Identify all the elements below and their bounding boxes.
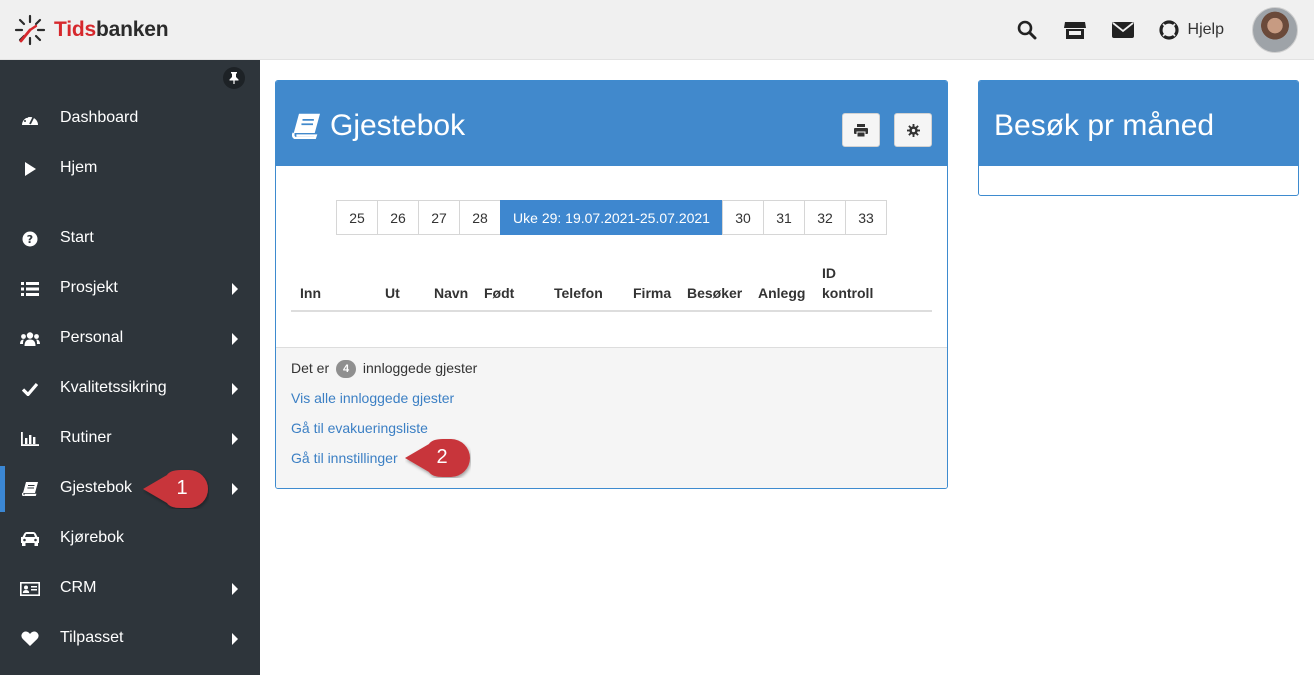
week-button[interactable]: 31 [763, 200, 805, 235]
sidebar-item-rutiner[interactable]: Rutiner [0, 416, 260, 462]
week-pagination: 25 26 27 28 Uke 29: 19.07.2021-25.07.202… [336, 200, 887, 235]
chevron-right-icon [232, 583, 238, 595]
callout-marker-1: 1 [143, 469, 209, 509]
top-bar: Tidsbanken Hjelp [0, 0, 1314, 60]
link-innstillinger[interactable]: Gå til innstillinger [291, 450, 398, 466]
lifebuoy-icon [1158, 20, 1179, 40]
panel-header: Gjestebok [276, 81, 947, 166]
besok-panel: Besøk pr måned [978, 80, 1299, 196]
week-button[interactable]: 25 [336, 200, 378, 235]
search-icon[interactable] [1015, 18, 1039, 42]
column-header-telefon[interactable]: Telefon [554, 283, 603, 303]
guest-table-header: Inn Ut Navn Født Telefon Firma Besøker A… [291, 261, 932, 312]
bar-chart-icon [20, 430, 40, 448]
pin-icon[interactable] [223, 67, 245, 89]
chevron-right-icon [232, 433, 238, 445]
column-header-id[interactable]: ID [822, 263, 836, 283]
chevron-right-icon [232, 483, 238, 495]
help-label: Hjelp [1187, 21, 1224, 38]
print-icon [854, 123, 868, 137]
sidebar-item-hjem[interactable]: Hjem [0, 146, 260, 192]
user-avatar[interactable] [1252, 7, 1298, 53]
panel-footer: Det er 4 innloggede gjester Vis alle inn… [276, 347, 947, 488]
sidebar-item-prosjekt[interactable]: Prosjekt [0, 266, 260, 312]
guest-count-badge: 4 [336, 360, 357, 378]
sidebar-item-kvalitetssikring[interactable]: Kvalitetssikring [0, 366, 260, 412]
link-evakueringsliste[interactable]: Gå til evakueringsliste [291, 420, 428, 436]
sidebar: Dashboard Hjem ? Start Prosjekt Personal… [0, 60, 260, 675]
gjestebok-panel: Gjestebok 25 26 27 28 Uke 29: 19.07.2021… [275, 80, 948, 489]
sidebar-item-personal[interactable]: Personal [0, 316, 260, 362]
column-header-besoker[interactable]: Besøker [687, 283, 742, 303]
question-circle-icon: ? [20, 230, 40, 248]
store-icon[interactable] [1063, 18, 1087, 42]
week-button[interactable]: 30 [722, 200, 764, 235]
chevron-right-icon [232, 333, 238, 345]
sidebar-item-tilpasset[interactable]: Tilpasset [0, 616, 260, 662]
week-button[interactable]: 33 [845, 200, 887, 235]
chevron-right-icon [232, 633, 238, 645]
users-icon [20, 330, 40, 348]
help-button[interactable]: Hjelp [1158, 20, 1224, 40]
column-header-ut[interactable]: Ut [385, 283, 400, 303]
dashboard-icon [20, 110, 40, 128]
heart-icon [20, 630, 40, 648]
week-button-active[interactable]: Uke 29: 19.07.2021-25.07.2021 [500, 200, 723, 235]
print-button[interactable] [842, 113, 880, 147]
logged-in-summary: Det er 4 innloggede gjester [291, 360, 478, 378]
sidebar-item-dashboard[interactable]: Dashboard [0, 96, 260, 142]
clock-burst-icon [14, 14, 46, 46]
column-header-navn[interactable]: Navn [434, 283, 468, 303]
settings-button[interactable] [894, 113, 932, 147]
tidsbanken-logo[interactable]: Tidsbanken [14, 14, 169, 46]
car-icon [20, 530, 40, 548]
column-header-anlegg[interactable]: Anlegg [758, 283, 805, 303]
sidebar-item-start[interactable]: ? Start [0, 216, 260, 262]
besok-panel-title: Besøk pr måned [994, 109, 1215, 142]
list-icon [20, 280, 40, 298]
id-card-icon [20, 580, 40, 598]
column-header-kontroll[interactable]: kontroll [822, 283, 873, 303]
sidebar-item-gjestebok[interactable]: Gjestebok [0, 466, 260, 512]
week-button[interactable]: 28 [459, 200, 501, 235]
sidebar-item-crm[interactable]: CRM [0, 566, 260, 612]
check-icon [20, 380, 40, 398]
column-header-inn[interactable]: Inn [300, 283, 321, 303]
column-header-fodt[interactable]: Født [484, 283, 514, 303]
gear-icon [906, 123, 920, 137]
callout-marker-2: 2 [405, 438, 471, 478]
book-icon [20, 480, 40, 498]
besok-panel-header: Besøk pr måned [979, 81, 1298, 166]
logo-text: Tidsbanken [54, 18, 169, 41]
top-icons: Hjelp [991, 7, 1298, 53]
envelope-icon[interactable] [1111, 18, 1135, 42]
chevron-right-icon [232, 383, 238, 395]
week-button[interactable]: 26 [377, 200, 419, 235]
chevron-right-icon [232, 283, 238, 295]
week-button[interactable]: 32 [804, 200, 846, 235]
book-icon [292, 113, 320, 139]
column-header-firma[interactable]: Firma [633, 283, 671, 303]
sidebar-item-kjorebok[interactable]: Kjørebok [0, 516, 260, 562]
panel-title: Gjestebok [292, 109, 465, 143]
week-button[interactable]: 27 [418, 200, 460, 235]
link-vis-alle-innloggede[interactable]: Vis alle innloggede gjester [291, 390, 454, 406]
svg-text:?: ? [27, 233, 33, 246]
play-icon [20, 160, 40, 178]
